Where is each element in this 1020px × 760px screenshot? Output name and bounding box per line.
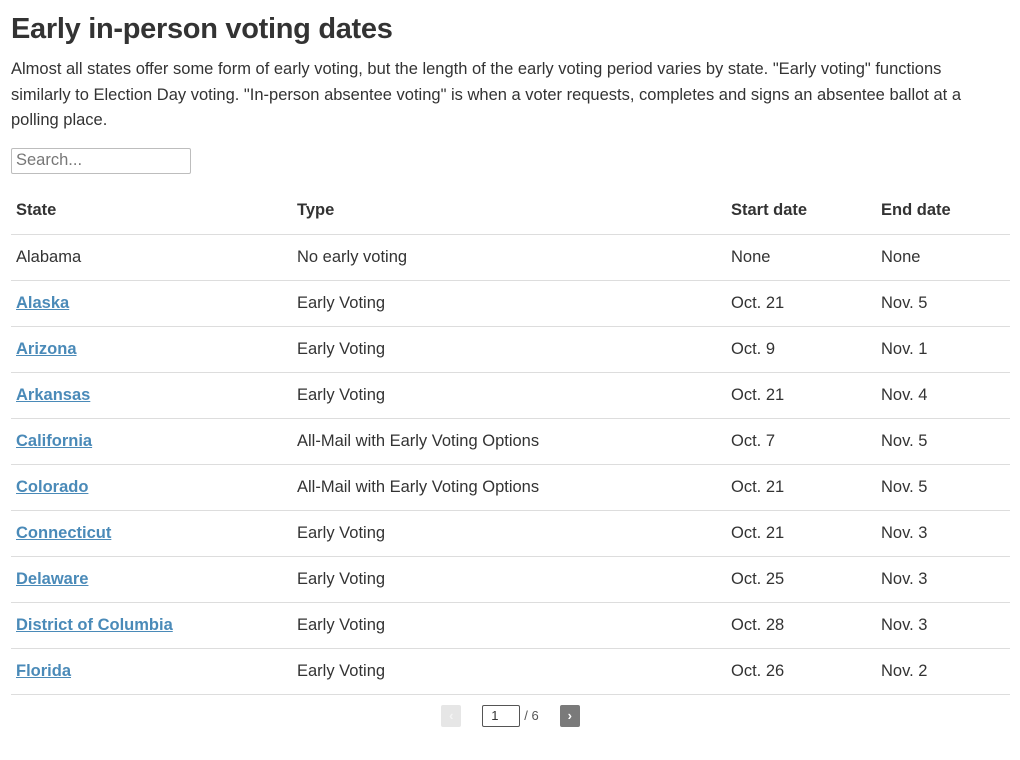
cell-end-date: Nov. 5 [876, 464, 1010, 511]
cell-end-date: Nov. 5 [876, 418, 1010, 465]
cell-state: Colorado [11, 464, 292, 511]
table-row: Florida Early Voting Oct. 26 Nov. 2 [11, 648, 1010, 695]
cell-type: Early Voting [292, 556, 726, 603]
cell-state: California [11, 418, 292, 465]
cell-end-date: Nov. 1 [876, 326, 1010, 373]
cell-state: Florida [11, 648, 292, 695]
cell-type: All-Mail with Early Voting Options [292, 418, 726, 465]
cell-type: Early Voting [292, 326, 726, 373]
cell-type: Early Voting [292, 510, 726, 557]
search-input[interactable] [11, 147, 191, 174]
table-row: Alaska Early Voting Oct. 21 Nov. 5 [11, 280, 1010, 327]
table-row: California All-Mail with Early Voting Opt… [11, 418, 1010, 465]
state-link[interactable]: Arkansas [16, 386, 90, 404]
state-link[interactable]: Delaware [16, 570, 88, 588]
table-row: Arizona Early Voting Oct. 9 Nov. 1 [11, 326, 1010, 373]
cell-start-date: None [726, 234, 876, 281]
cell-type: All-Mail with Early Voting Options [292, 464, 726, 511]
cell-end-date: Nov. 3 [876, 510, 1010, 557]
voting-dates-table: State Type Start date End date Alabama No… [11, 189, 1010, 695]
cell-start-date: Oct. 9 [726, 326, 876, 373]
cell-state: Arkansas [11, 372, 292, 419]
page-number-input[interactable] [482, 704, 521, 727]
page: Early in-person voting dates Almost all … [0, 0, 1020, 727]
cell-end-date: Nov. 4 [876, 372, 1010, 419]
cell-type: No early voting [292, 234, 726, 281]
state-link[interactable]: District of Columbia [16, 616, 173, 634]
table-body: Alabama No early voting None None Alaska Earl… [11, 234, 1010, 695]
cell-state: Arizona [11, 326, 292, 373]
state-link[interactable]: Florida [16, 662, 71, 680]
cell-state: Alabama [11, 234, 292, 281]
cell-end-date: None [876, 234, 1010, 281]
state-link[interactable]: Colorado [16, 478, 88, 496]
cell-start-date: Oct. 21 [726, 464, 876, 511]
cell-state: District of Columbia [11, 602, 292, 649]
cell-type: Early Voting [292, 280, 726, 327]
cell-start-date: Oct. 21 [726, 280, 876, 327]
column-header-type[interactable]: Type [292, 189, 726, 235]
cell-type: Early Voting [292, 372, 726, 419]
cell-end-date: Nov. 3 [876, 602, 1010, 649]
cell-type: Early Voting [292, 602, 726, 649]
cell-end-date: Nov. 3 [876, 556, 1010, 603]
chevron-left-icon: ‹ [449, 708, 454, 723]
next-page-button[interactable]: › [559, 704, 580, 727]
table-row: Connecticut Early Voting Oct. 21 Nov. 3 [11, 510, 1010, 557]
chevron-right-icon: › [567, 708, 572, 723]
state-link[interactable]: Arizona [16, 340, 77, 358]
cell-start-date: Oct. 21 [726, 372, 876, 419]
cell-state: Alaska [11, 280, 292, 327]
state-link[interactable]: Alaska [16, 294, 69, 312]
cell-start-date: Oct. 25 [726, 556, 876, 603]
state-link[interactable]: California [16, 432, 92, 450]
cell-state: Delaware [11, 556, 292, 603]
table-header-row: State Type Start date End date [11, 189, 1010, 235]
table-row: Colorado All-Mail with Early Voting Optio… [11, 464, 1010, 511]
page-description: Almost all states offer some form of ear… [11, 60, 961, 129]
column-header-state[interactable]: State [11, 189, 292, 235]
cell-state: Connecticut [11, 510, 292, 557]
table-row: Alabama No early voting None None [11, 234, 1010, 281]
state-link[interactable]: Connecticut [16, 524, 111, 542]
previous-page-button[interactable]: ‹ [441, 704, 462, 727]
pagination: ‹ / 6 › [11, 704, 1010, 727]
cell-start-date: Oct. 28 [726, 602, 876, 649]
cell-start-date: Oct. 21 [726, 510, 876, 557]
page-total: / 6 [524, 708, 539, 723]
table-row: District of Columbia Early Voting Oct. 28 N… [11, 602, 1010, 649]
column-header-end-date[interactable]: End date [876, 189, 1010, 235]
table-row: Arkansas Early Voting Oct. 21 Nov. 4 [11, 372, 1010, 419]
cell-start-date: Oct. 26 [726, 648, 876, 695]
cell-end-date: Nov. 5 [876, 280, 1010, 327]
table-row: Delaware Early Voting Oct. 25 Nov. 3 [11, 556, 1010, 603]
page-title: Early in-person voting dates [11, 13, 393, 45]
cell-type: Early Voting [292, 648, 726, 695]
cell-end-date: Nov. 2 [876, 648, 1010, 695]
column-header-start-date[interactable]: Start date [726, 189, 876, 235]
cell-start-date: Oct. 7 [726, 418, 876, 465]
